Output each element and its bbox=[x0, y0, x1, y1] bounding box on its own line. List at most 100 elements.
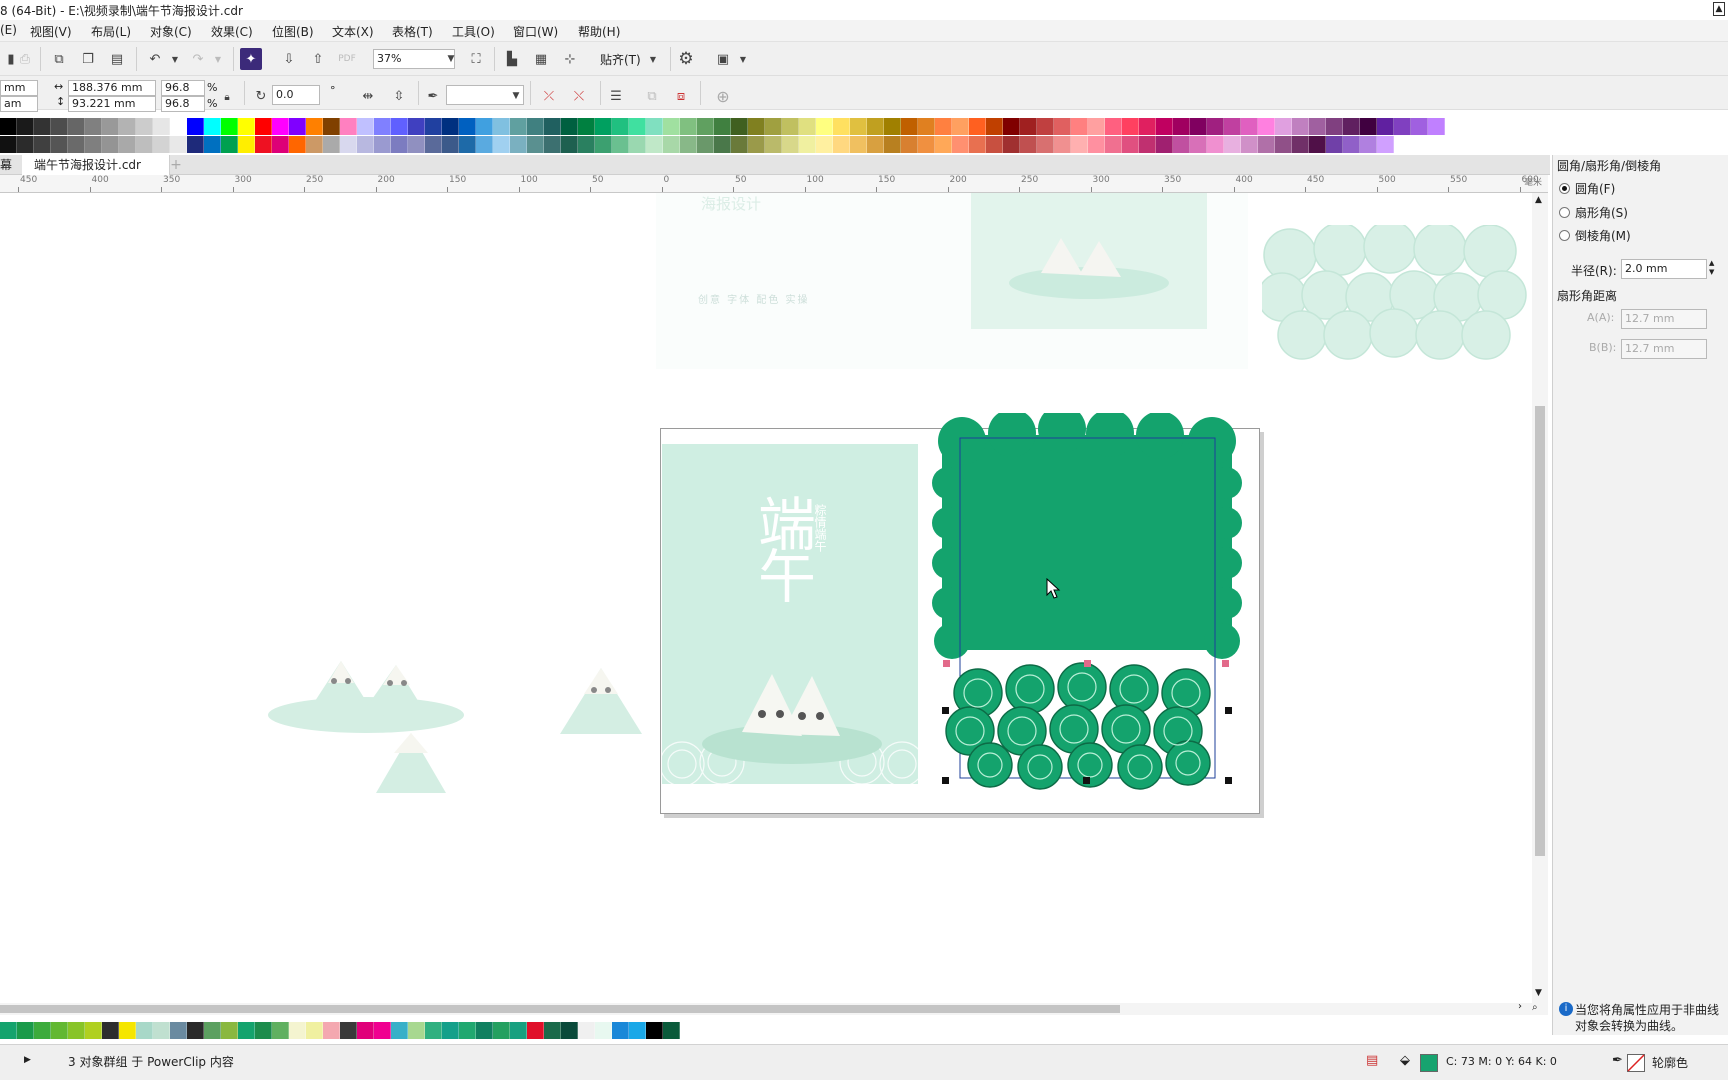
palette-swatch[interactable] bbox=[1394, 118, 1411, 135]
position-x-field[interactable]: mm bbox=[0, 80, 38, 96]
palette-swatch[interactable] bbox=[306, 136, 323, 153]
palette-swatch[interactable] bbox=[935, 136, 952, 153]
palette-swatch[interactable] bbox=[969, 118, 986, 135]
palette-swatch[interactable] bbox=[85, 1022, 102, 1039]
palette-swatch[interactable] bbox=[102, 1022, 119, 1039]
menu-view[interactable]: 视图(V) bbox=[30, 23, 72, 40]
menu-help[interactable]: 帮助(H) bbox=[578, 23, 620, 40]
palette-swatch[interactable] bbox=[680, 136, 697, 153]
palette-swatch[interactable] bbox=[408, 118, 425, 135]
palette-swatch[interactable] bbox=[1309, 118, 1326, 135]
palette-swatch[interactable] bbox=[1377, 136, 1394, 153]
palette-swatch[interactable] bbox=[1258, 136, 1275, 153]
palette-swatch[interactable] bbox=[153, 118, 170, 135]
palette-swatch[interactable] bbox=[1377, 118, 1394, 135]
palette-swatch[interactable] bbox=[833, 118, 850, 135]
horizontal-ruler[interactable]: 450 400 350 300 250 200 150 100 50 0 50 100 150 200 25… bbox=[0, 175, 1548, 193]
chamfer-corner-label[interactable]: 倒棱角(M) bbox=[1575, 227, 1631, 244]
palette-swatch[interactable] bbox=[629, 118, 646, 135]
palette-swatch[interactable] bbox=[374, 136, 391, 153]
palette-swatch[interactable] bbox=[340, 118, 357, 135]
palette-swatch[interactable] bbox=[306, 1022, 323, 1039]
palette-swatch[interactable] bbox=[119, 136, 136, 153]
palette-swatch[interactable] bbox=[51, 136, 68, 153]
scale-x-field[interactable]: 96.8 bbox=[161, 80, 205, 96]
palette-swatch[interactable] bbox=[901, 136, 918, 153]
palette-swatch[interactable] bbox=[1003, 118, 1020, 135]
publish-pdf-icon[interactable]: PDF bbox=[336, 48, 358, 70]
palette-swatch[interactable] bbox=[357, 1022, 374, 1039]
position-y-field[interactable]: am bbox=[0, 96, 38, 112]
mint-poster[interactable]: 端午 粽情端午 bbox=[662, 444, 918, 784]
outline-pen-icon[interactable]: ✒ bbox=[422, 85, 444, 107]
palette-swatch[interactable] bbox=[833, 136, 850, 153]
menu-object[interactable]: 对象(C) bbox=[150, 23, 192, 40]
palette-swatch[interactable] bbox=[714, 118, 731, 135]
scroll-up-icon[interactable]: ▲ bbox=[1535, 195, 1542, 205]
menu-tools[interactable]: 工具(O) bbox=[452, 23, 495, 40]
palette-swatch[interactable] bbox=[1139, 136, 1156, 153]
palette-swatch[interactable] bbox=[544, 118, 561, 135]
radio-round-corner[interactable] bbox=[1559, 183, 1570, 194]
palette-swatch[interactable] bbox=[680, 118, 697, 135]
palette-swatch[interactable] bbox=[799, 118, 816, 135]
palette-swatch[interactable] bbox=[595, 136, 612, 153]
palette-swatch[interactable] bbox=[459, 1022, 476, 1039]
menu-window[interactable]: 窗口(W) bbox=[513, 23, 558, 40]
radius-spinner[interactable]: ▲ ▼ bbox=[1709, 259, 1714, 277]
palette-swatch[interactable] bbox=[1071, 118, 1088, 135]
palette-swatch[interactable] bbox=[34, 136, 51, 153]
palette-swatch[interactable] bbox=[918, 136, 935, 153]
palette-swatch[interactable] bbox=[119, 1022, 136, 1039]
palette-swatch[interactable] bbox=[1224, 118, 1241, 135]
horizontal-scrollbar[interactable]: › ⌕ bbox=[0, 1001, 1548, 1015]
palette-swatch[interactable] bbox=[476, 1022, 493, 1039]
palette-swatch[interactable] bbox=[408, 1022, 425, 1039]
palette-swatch[interactable] bbox=[527, 118, 544, 135]
palette-swatch[interactable] bbox=[289, 136, 306, 153]
palette-swatch[interactable] bbox=[323, 1022, 340, 1039]
print-icon[interactable]: ⎙ bbox=[14, 48, 36, 70]
palette-swatch[interactable] bbox=[1105, 118, 1122, 135]
palette-swatch[interactable] bbox=[1156, 118, 1173, 135]
window-user-icon[interactable]: ▲ bbox=[1713, 2, 1725, 16]
palette-swatch[interactable] bbox=[289, 118, 306, 135]
palette-swatch[interactable] bbox=[1173, 118, 1190, 135]
palette-swatch[interactable] bbox=[782, 118, 799, 135]
palette-swatch[interactable] bbox=[578, 118, 595, 135]
palette-swatch[interactable] bbox=[170, 136, 187, 153]
palette-swatch[interactable] bbox=[1020, 136, 1037, 153]
horizontal-scroll-thumb[interactable] bbox=[0, 1005, 1120, 1013]
palette-swatch[interactable] bbox=[867, 136, 884, 153]
palette-swatch[interactable] bbox=[357, 118, 374, 135]
palette-swatch[interactable] bbox=[748, 136, 765, 153]
palette-swatch[interactable] bbox=[561, 1022, 578, 1039]
to-back-icon[interactable]: ⧈ bbox=[670, 85, 692, 107]
palette-swatch[interactable] bbox=[493, 136, 510, 153]
palette-swatch[interactable] bbox=[17, 1022, 34, 1039]
palette-swatch[interactable] bbox=[629, 1022, 646, 1039]
palette-swatch[interactable] bbox=[1326, 118, 1343, 135]
palette-swatch[interactable] bbox=[935, 118, 952, 135]
palette-swatch[interactable] bbox=[0, 136, 17, 153]
palette-swatch[interactable] bbox=[221, 136, 238, 153]
palette-swatch[interactable] bbox=[153, 1022, 170, 1039]
palette-swatch[interactable] bbox=[51, 1022, 68, 1039]
palette-swatch[interactable] bbox=[204, 118, 221, 135]
palette-swatch[interactable] bbox=[68, 118, 85, 135]
palette-swatch[interactable] bbox=[1309, 136, 1326, 153]
palette-swatch[interactable] bbox=[1105, 136, 1122, 153]
palette-swatch[interactable] bbox=[527, 136, 544, 153]
palette-swatch[interactable] bbox=[1190, 136, 1207, 153]
zoom-navigator-icon[interactable]: ⌕ bbox=[1532, 1002, 1538, 1013]
palette-swatch[interactable] bbox=[510, 1022, 527, 1039]
object-width-field[interactable]: 188.376 mm bbox=[68, 80, 156, 96]
radio-chamfer-corner[interactable] bbox=[1559, 230, 1570, 241]
palette-swatch[interactable] bbox=[1088, 136, 1105, 153]
trim-icon[interactable]: ⤬ bbox=[568, 85, 590, 107]
application-launcher-icon[interactable]: ▣ bbox=[712, 48, 734, 70]
palette-swatch[interactable] bbox=[204, 1022, 221, 1039]
palette-swatch[interactable] bbox=[629, 136, 646, 153]
palette-swatch[interactable] bbox=[663, 136, 680, 153]
palette-swatch[interactable] bbox=[272, 118, 289, 135]
